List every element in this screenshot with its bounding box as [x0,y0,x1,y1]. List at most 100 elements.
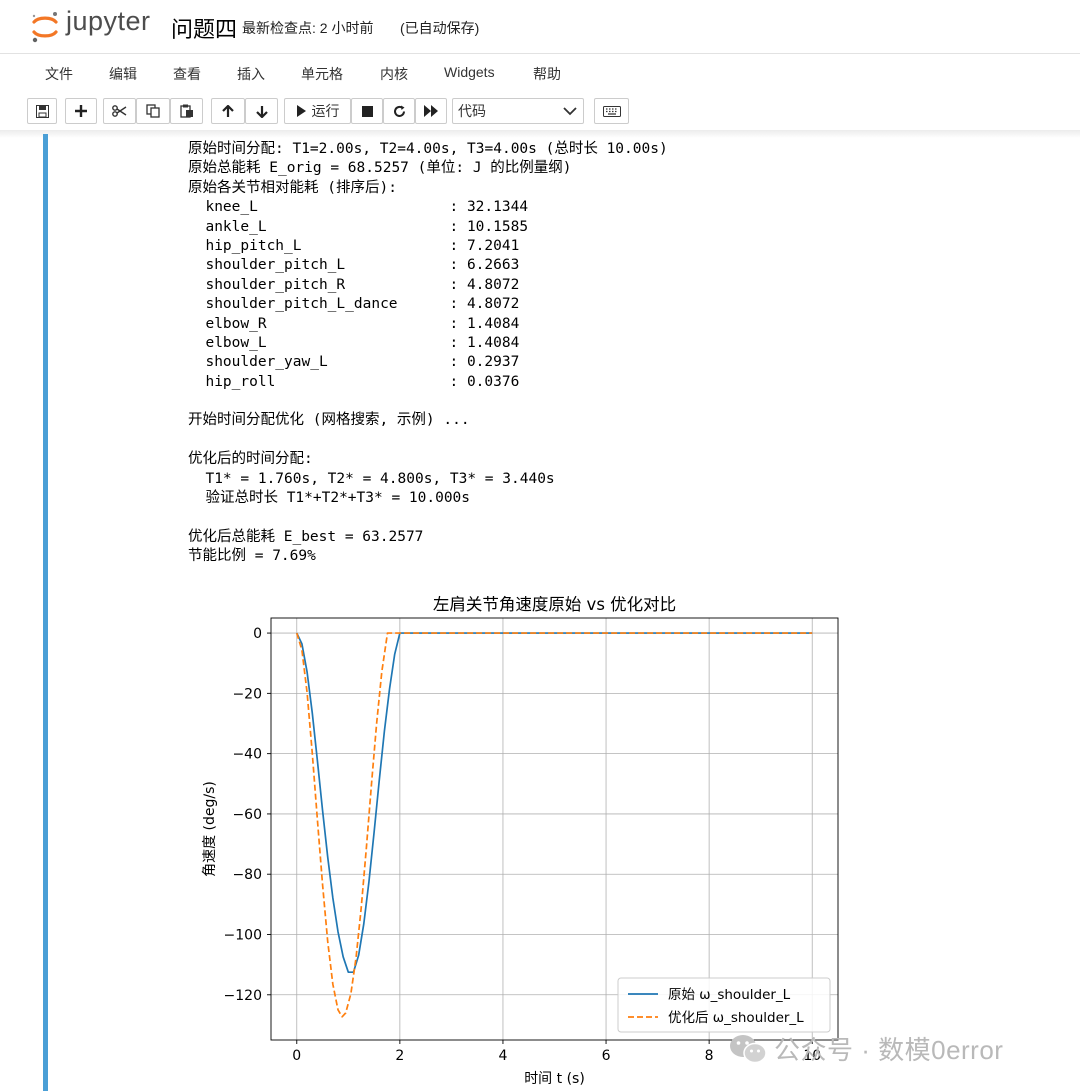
y-tick-label: −60 [232,807,262,823]
notebook-title[interactable]: 问题四 [171,12,237,44]
restart-icon [393,105,405,117]
output-line: 开始时间分配优化 (网格搜索, 示例) ... [188,412,470,429]
x-tick-label: 6 [602,1048,611,1064]
joint-row: shoulder_pitch_L_dance: 4.8072 [188,295,668,314]
joint-value: 7.2041 [466,237,520,254]
watermark-text: 公众号 · 数模0error [774,1035,1004,1065]
joint-name: elbow_L [205,334,267,351]
jupyter-logo-icon[interactable] [30,10,60,44]
menu-insert[interactable]: 插入 [237,64,265,84]
toolbar: 运行 代码 [0,92,1080,130]
cell-output-text: 原始时间分配: T1=2.00s, T2=4.00s, T3=4.00s (总时… [188,140,668,567]
keyboard-icon [602,105,621,117]
y-tick-label: −20 [232,686,262,702]
joint-value: 4.8072 [466,276,520,293]
jupyter-logo-text: jupyter [66,6,151,36]
selected-cell-indicator [43,134,48,1091]
play-icon [296,105,306,117]
angular-velocity-chart: 0 2 4 6 8 100−20−40−60−80−100−120左肩关节角速度原始 vs… [202,595,839,1087]
joint-row: shoulder_pitch_R: 4.8072 [188,276,668,295]
cell-type-select[interactable]: 代码 [452,98,584,124]
x-tick-label: 8 [705,1048,714,1064]
output-line: 优化后的时间分配: [188,451,313,468]
joint-name: hip_pitch_L [205,237,302,254]
joint-value: 32.1344 [466,199,529,216]
output-line: 原始时间分配: T1=2.00s, T2=4.00s, T3=4.00s (总时… [188,141,668,157]
checkpoint-status: 最新检查点: 2 小时前 [242,20,374,36]
interrupt-button[interactable] [351,98,383,124]
joint-row: elbow_R: 1.4084 [188,315,668,334]
fast-forward-icon [423,105,438,117]
watermark: 公众号 · 数模0error [728,1030,1003,1067]
y-axis-label: 角速度 (deg/s) [202,781,218,877]
header-bar: jupyter 问题四 最新检查点: 2 小时前 (已自动保存) [0,0,1080,54]
joint-row: elbow_L: 1.4084 [188,334,668,353]
menu-widgets[interactable]: Widgets [444,64,495,80]
menubar: 文件 编辑 查看 插入 单元格 内核 Widgets 帮助 [0,54,1080,92]
menu-help[interactable]: 帮助 [533,64,561,84]
joint-row: hip_pitch_L: 7.2041 [188,237,668,256]
output-line: T1* = 1.760s, T2* = 4.800s, T3* = 3.440s [188,470,555,487]
y-tick-label: −120 [224,988,262,1004]
joint-name: hip_roll [205,373,276,390]
joint-row: shoulder_yaw_L: 0.2937 [188,353,668,372]
menu-file[interactable]: 文件 [45,64,73,84]
insert-cell-button[interactable] [65,98,97,124]
save-button[interactable] [27,98,57,124]
run-label: 运行 [311,103,340,119]
joint-value: 1.4084 [466,315,520,332]
chevron-down-icon [563,107,577,116]
joint-value: 1.4084 [466,334,520,351]
joint-name: shoulder_pitch_R [205,276,346,293]
copy-button[interactable] [136,98,170,124]
output-line: 节能比例 = 7.69% [188,548,316,565]
chart-title: 左肩关节角速度原始 vs 优化对比 [433,595,676,614]
joint-row: shoulder_pitch_L: 6.2663 [188,256,668,275]
x-tick-label: 2 [395,1048,404,1064]
menu-edit[interactable]: 编辑 [109,64,137,84]
output-line: 优化后总能耗 E_best = 63.2577 [188,528,424,545]
command-palette-button[interactable] [594,98,629,124]
y-tick-label: −100 [224,928,262,944]
legend-label-1: 优化后 ω_shoulder_L [668,1010,804,1026]
move-up-button[interactable] [211,98,245,124]
restart-button[interactable] [383,98,415,124]
output-line: 原始总能耗 E_orig = 68.5257 (单位: J 的比例量纲) [188,160,572,177]
x-tick-label: 0 [292,1048,301,1064]
paste-button[interactable] [170,98,203,124]
y-tick-label: 0 [253,626,262,642]
menu-cell[interactable]: 单元格 [301,64,343,84]
joint-value: 0.0376 [466,373,520,390]
cell-type-value: 代码 [458,103,486,119]
y-tick-label: −40 [232,747,262,763]
joint-name: elbow_R [205,315,267,332]
save-icon [35,104,49,118]
legend-label-0: 原始 ω_shoulder_L [668,987,791,1003]
joint-value: 0.2937 [466,354,520,371]
plus-icon [75,105,87,117]
menu-kernel[interactable]: 内核 [380,64,408,84]
output-line: 验证总时长 T1*+T2*+T3* = 10.000s [188,490,471,507]
cut-button[interactable] [103,98,136,124]
joint-name: knee_L [205,199,258,216]
copy-icon [146,104,160,118]
output-line: 原始各关节相对能耗 (排序后): [188,179,397,196]
autosave-status: (已自动保存) [400,20,480,36]
stop-icon [361,105,373,117]
paste-icon [179,104,193,118]
menu-view[interactable]: 查看 [173,64,201,84]
x-axis-label: 时间 t (s) [524,1071,585,1087]
joint-value: 6.2663 [466,257,520,274]
joint-row: ankle_L: 10.1585 [188,218,668,237]
joint-name: ankle_L [205,218,267,235]
joint-name: shoulder_pitch_L [205,257,346,274]
run-button[interactable]: 运行 [284,98,351,124]
move-down-button[interactable] [245,98,278,124]
joint-value: 4.8072 [466,296,520,313]
restart-run-all-button[interactable] [415,98,447,124]
plot-area [271,618,838,1040]
arrow-down-icon [255,105,268,118]
